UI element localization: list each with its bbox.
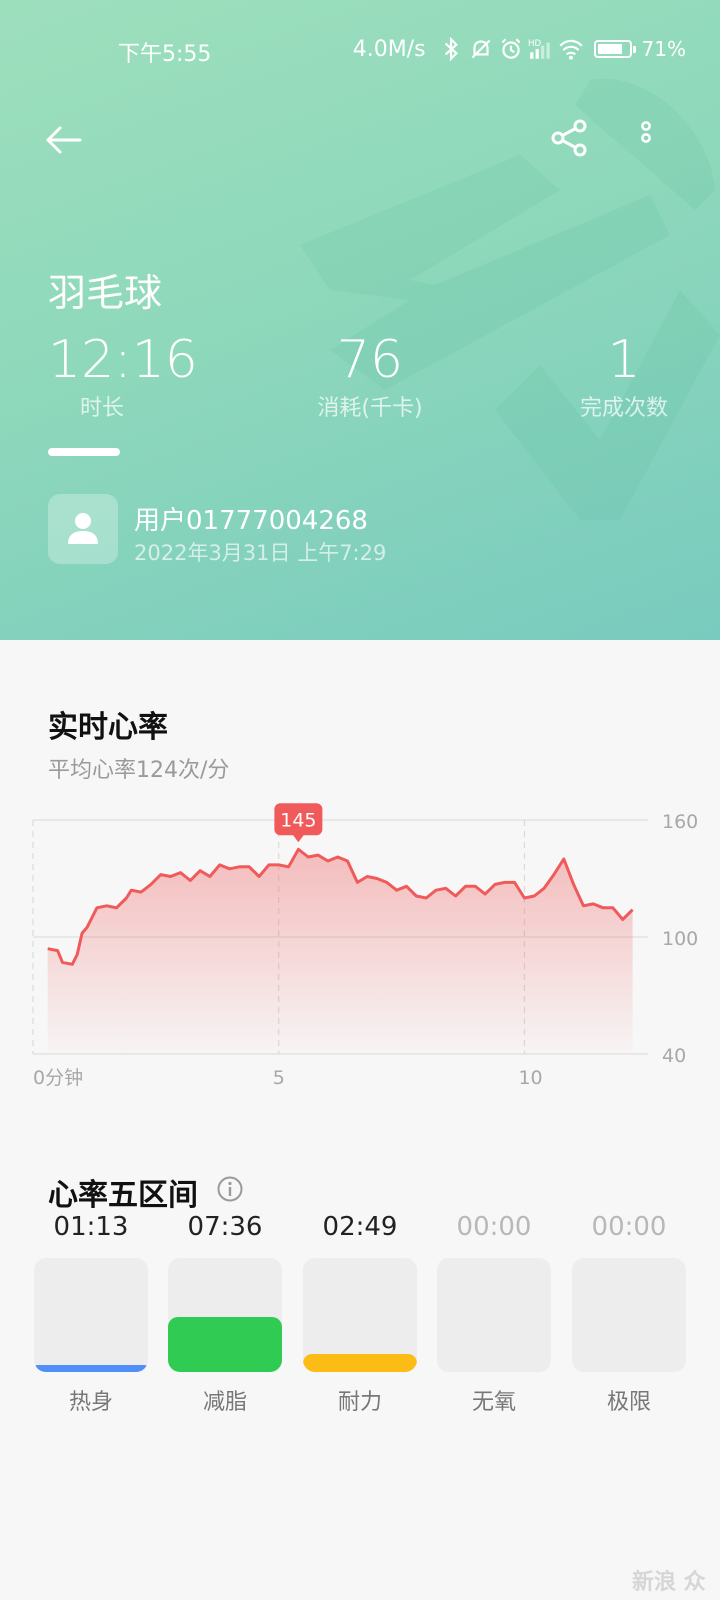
avatar[interactable] (48, 494, 118, 564)
y-tick-label: 160 (662, 811, 698, 833)
heart-rate-chart[interactable]: 160 100 40 0分钟 5 10 145 (0, 800, 720, 1130)
zones-title: 心率五区间 (48, 1178, 198, 1213)
status-bar: 下午5:55 4.0M/s HD 71% (0, 30, 720, 70)
site-watermark: 新浪 众测 (632, 1570, 706, 1595)
hd-signal-icon: HD (528, 39, 550, 59)
calories-value: 76 (336, 330, 404, 390)
zone-anaerobic-label: 无氧 (471, 1390, 516, 1415)
more-vertical-icon (641, 121, 651, 143)
mute-icon (471, 39, 490, 59)
zone-anaerobic-bar[interactable] (437, 1258, 551, 1372)
svg-text:HD: HD (528, 39, 542, 49)
more-button[interactable] (634, 116, 678, 160)
back-button[interactable] (42, 118, 86, 162)
zone-warmup-label: 热身 (68, 1390, 113, 1415)
battery-percent: 71% (641, 37, 686, 61)
status-icons: 4.0M/s HD 71% (353, 36, 686, 62)
zone-endurance-fill (303, 1353, 417, 1372)
battery-fill (597, 44, 622, 54)
heart-rate-area (47, 849, 633, 1054)
x-tick-label: 5 (273, 1067, 285, 1089)
x-tick-label: 0分钟 (33, 1067, 83, 1089)
zone-warmup-bar[interactable] (34, 1258, 148, 1372)
zone-fatburn-label: 减脂 (202, 1390, 247, 1415)
info-icon[interactable] (216, 1175, 244, 1203)
zone-warmup-time: 01:13 (53, 1212, 129, 1242)
zone-fatburn-fill (168, 1317, 282, 1372)
bluetooth-icon (444, 36, 458, 62)
alarm-icon (501, 38, 520, 59)
y-tick-label: 100 (662, 928, 698, 950)
workout-header: 下午5:55 4.0M/s HD 71% 羽毛球 12:16 时长 76 消耗(… (0, 0, 720, 640)
battery-icon (593, 40, 636, 58)
peak-label: 145 (280, 809, 316, 831)
arrow-left-icon (46, 126, 82, 154)
zone-endurance-label: 耐力 (337, 1390, 382, 1415)
zone-endurance-bar[interactable] (303, 1258, 417, 1372)
heart-rate-title: 实时心率 (48, 710, 168, 745)
zone-extreme-label: 极限 (606, 1390, 651, 1415)
duration-value: 12:16 (48, 330, 198, 390)
user-name: 用户01777004268 (134, 506, 368, 536)
completions-value: 1 (607, 330, 641, 390)
calories-label: 消耗(千卡) (317, 396, 423, 421)
zone-fatburn-time: 07:36 (187, 1212, 263, 1242)
network-speed: 4.0M/s (352, 36, 426, 62)
y-tick-label: 40 (662, 1045, 686, 1067)
share-button[interactable] (548, 116, 592, 160)
zone-warmup-fill (34, 1365, 148, 1372)
duration-label: 时长 (80, 396, 125, 421)
x-tick-label: 10 (518, 1067, 542, 1089)
sport-title: 羽毛球 (48, 271, 163, 315)
zone-endurance-time: 02:49 (322, 1212, 398, 1242)
workout-datetime: 2022年3月31日 上午7:29 (134, 541, 387, 565)
zone-extreme-time: 00:00 (591, 1212, 667, 1242)
wifi-icon (558, 39, 583, 60)
zone-fatburn-bar[interactable] (168, 1258, 282, 1372)
share-icon (551, 119, 587, 157)
completions-label: 完成次数 (579, 396, 668, 421)
status-time: 下午5:55 (118, 42, 212, 67)
zone-anaerobic-time: 00:00 (456, 1212, 532, 1242)
heart-rate-average: 平均心率124次/分 (48, 758, 230, 783)
page-indicator (48, 448, 120, 456)
zone-extreme-bar[interactable] (572, 1258, 686, 1372)
user-avatar-icon (68, 513, 98, 544)
peak-label-pointer (292, 834, 305, 843)
